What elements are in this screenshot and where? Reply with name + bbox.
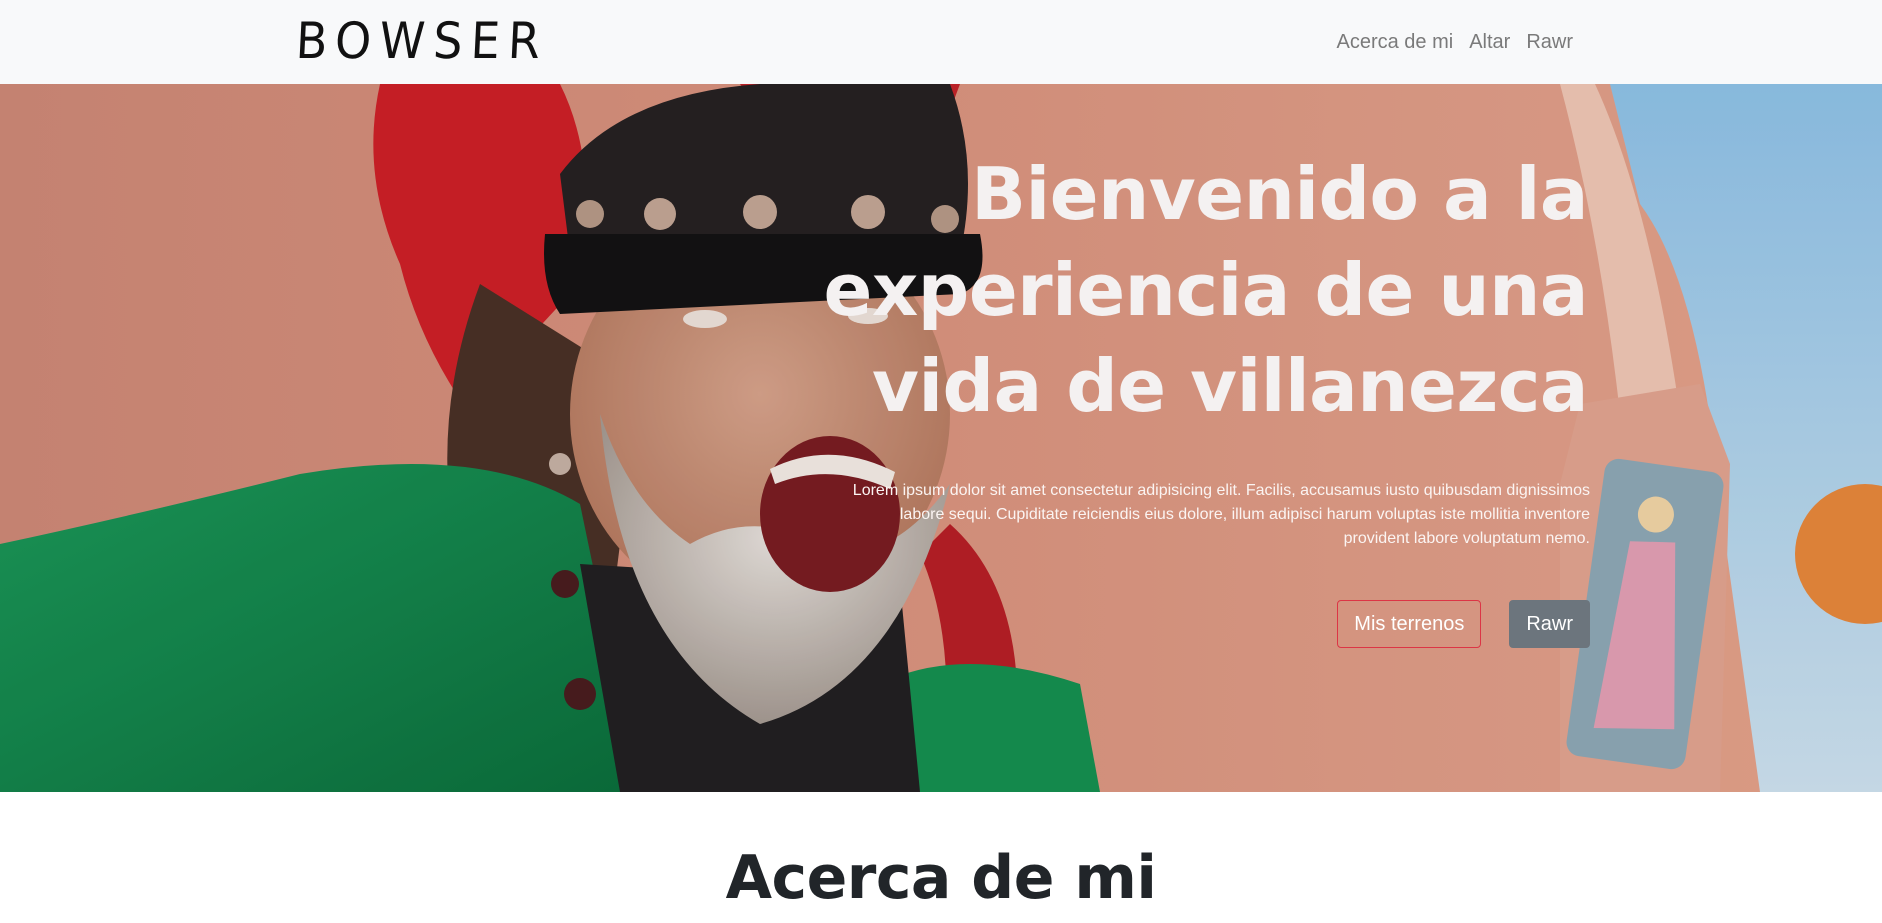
hero-title: Bienvenido a la experiencia de una vida … [808,146,1589,434]
hero-title-line: experiencia de una [823,248,1589,332]
hero-title-line: vida de villanezca [871,344,1589,428]
hero-lead-text: Lorem ipsum dolor sit amet consectetur a… [852,482,1590,547]
nav-link-altar[interactable]: Altar [1461,26,1518,58]
rawr-button[interactable]: Rawr [1509,600,1590,648]
nav-link-rawr[interactable]: Rawr [1518,26,1581,58]
mis-terrenos-button[interactable]: Mis terrenos [1337,600,1482,648]
brand-logo[interactable]: BOWSER [295,10,550,72]
hero-title-line: Bienvenido a la [971,152,1588,236]
hero-section: Bienvenido a la experiencia de una vida … [0,84,1882,792]
navbar: BOWSER Acerca de mi Altar Rawr [0,0,1882,84]
about-section-title: Acerca de mi [725,843,1157,913]
nav-link-acerca[interactable]: Acerca de mi [1328,26,1461,58]
nav-links: Acerca de mi Altar Rawr [1328,26,1581,58]
hero-buttons: Mis terrenos Rawr [1337,600,1590,648]
